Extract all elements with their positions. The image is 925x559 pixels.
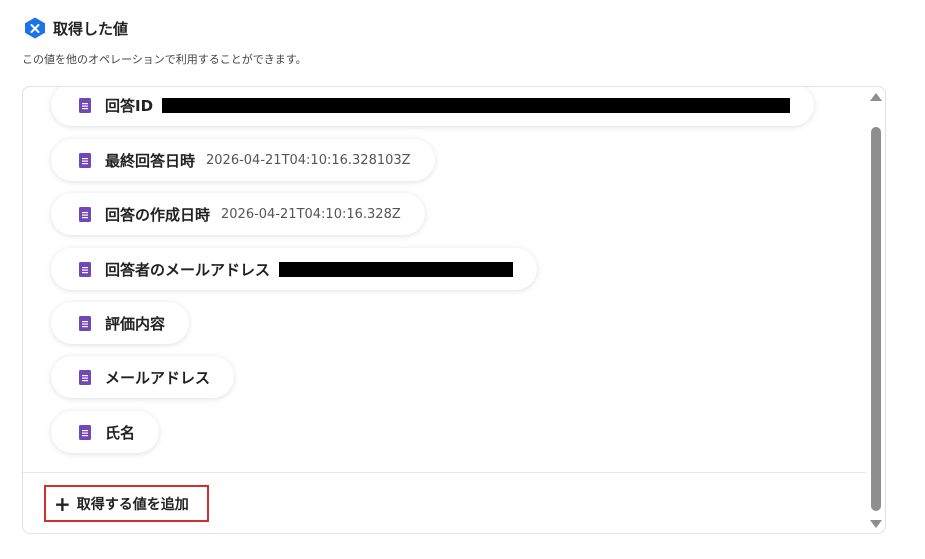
field-chip-answer-created-at[interactable]: 回答の作成日時 2026-04-21T04:10:16.328Z — [51, 193, 425, 235]
field-label: 回答者のメールアドレス — [105, 260, 271, 279]
vertical-scrollbar[interactable] — [867, 87, 885, 533]
field-label: 回答ID — [105, 96, 154, 115]
field-value: 2026-04-21T04:10:16.328103Z — [206, 152, 411, 168]
field-label: 回答の作成日時 — [105, 205, 211, 224]
add-value-label: 取得する値を追加 — [76, 496, 189, 513]
google-forms-document-icon — [79, 424, 91, 440]
divider — [23, 472, 866, 473]
google-forms-document-icon — [79, 97, 91, 113]
google-forms-document-icon — [79, 206, 91, 222]
google-forms-document-icon — [79, 315, 91, 331]
add-value-button[interactable]: + 取得する値を追加 — [44, 485, 209, 522]
field-chip-respondent-email[interactable]: 回答者のメールアドレス — [51, 248, 538, 290]
field-label: 氏名 — [105, 423, 136, 442]
field-label: メールアドレス — [105, 368, 211, 387]
google-forms-document-icon — [79, 152, 91, 168]
plus-icon: + — [54, 491, 71, 516]
scrollbar-thumb[interactable] — [871, 127, 881, 511]
field-chip-last-answered-at[interactable]: 最終回答日時 2026-04-21T04:10:16.328103Z — [51, 139, 435, 181]
scroll-up-arrow-icon[interactable] — [870, 93, 882, 101]
fetched-values-panel: 回答ID 最終回答日時 2026-04-21T04:10:16.328103Z … — [22, 86, 886, 534]
section-description: この値を他のオペレーションで利用することができます。 — [22, 53, 307, 66]
field-chip-email[interactable]: メールアドレス — [51, 356, 235, 398]
yoom-logo-icon — [25, 17, 45, 39]
field-chip-name[interactable]: 氏名 — [51, 411, 160, 453]
redacted-value — [162, 97, 791, 113]
scroll-down-arrow-icon[interactable] — [870, 520, 882, 528]
field-label: 評価内容 — [105, 314, 166, 333]
redacted-value — [279, 261, 514, 277]
google-forms-document-icon — [79, 261, 91, 277]
section-header: 取得した値 — [24, 17, 128, 39]
field-label: 最終回答日時 — [105, 151, 196, 170]
field-chip-evaluation[interactable]: 評価内容 — [51, 302, 190, 344]
field-value: 2026-04-21T04:10:16.328Z — [221, 206, 401, 222]
fields-list: 回答ID 最終回答日時 2026-04-21T04:10:16.328103Z … — [23, 87, 866, 473]
google-forms-document-icon — [79, 369, 91, 385]
section-title: 取得した値 — [53, 19, 129, 38]
field-chip-answer-id[interactable]: 回答ID — [51, 87, 815, 126]
